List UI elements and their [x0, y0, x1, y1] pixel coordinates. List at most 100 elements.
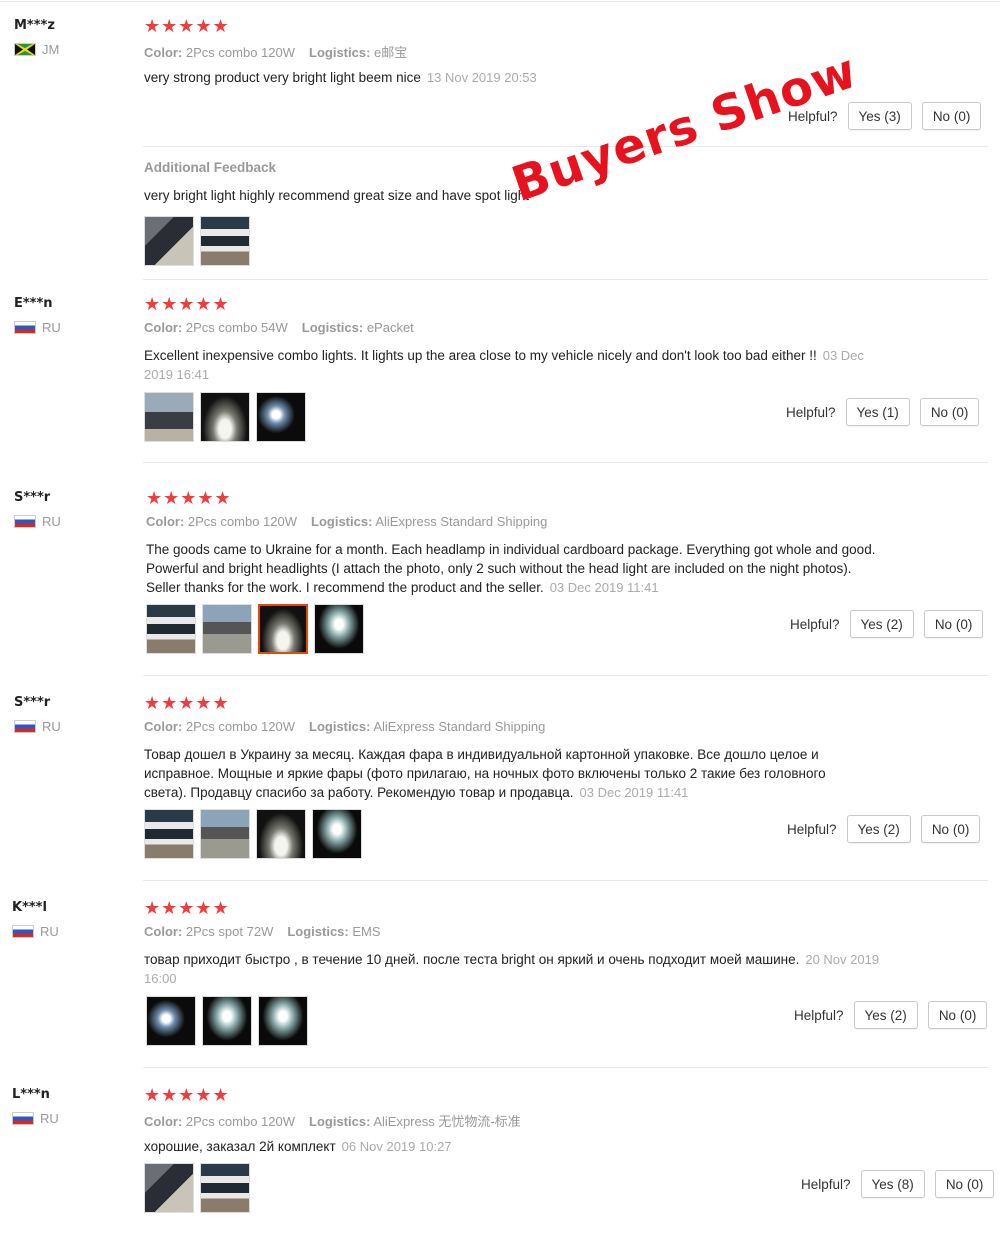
- reviewer-name: M***z: [14, 18, 55, 33]
- review-photo[interactable]: [144, 1163, 194, 1213]
- helpful-no-button[interactable]: No (0): [919, 398, 980, 426]
- helpful-no-button[interactable]: No (0): [927, 1001, 988, 1029]
- reviewer-country: RU: [12, 1111, 59, 1126]
- helpful-no-button[interactable]: No (0): [923, 610, 984, 638]
- helpful-yes-button[interactable]: Yes (8): [860, 1170, 925, 1198]
- review-item: L***n RU ★★★★★ Color: 2Pcs combo 120W Log…: [0, 1087, 1000, 1237]
- review-photo[interactable]: [146, 604, 196, 654]
- color-label: Color:: [144, 1114, 183, 1129]
- photo-gallery: [146, 604, 364, 654]
- color-label: Color:: [146, 514, 185, 529]
- review-photo[interactable]: [200, 392, 250, 442]
- helpful-controls: Helpful? Yes (2) No (0): [787, 815, 981, 843]
- ru-flag-icon: [14, 720, 36, 733]
- country-code: RU: [42, 719, 61, 734]
- helpful-controls: Helpful? Yes (8) No (0): [801, 1170, 995, 1198]
- color-value: 2Pcs combo 120W: [187, 514, 298, 529]
- helpful-yes-button[interactable]: Yes (2): [853, 1001, 918, 1029]
- country-code: RU: [42, 514, 61, 529]
- review-photo[interactable]: [312, 809, 362, 859]
- helpful-label: Helpful?: [787, 821, 837, 837]
- helpful-yes-button[interactable]: Yes (2): [849, 610, 914, 638]
- helpful-no-button[interactable]: No (0): [934, 1170, 995, 1198]
- review-meta: Color: 2Pcs combo 120W Logistics: AliExpr…: [146, 514, 547, 529]
- ru-flag-icon: [12, 1112, 34, 1125]
- review-text: Товар дошел в Украину за месяц. Каждая ф…: [144, 747, 826, 800]
- helpful-controls: Helpful? Yes (2) No (0): [794, 1001, 988, 1029]
- review-photo[interactable]: [314, 604, 364, 654]
- review-photo[interactable]: [202, 996, 252, 1046]
- jm-flag-icon: [14, 43, 36, 56]
- review-text-block: товар приходит быстро , в течение 10 дне…: [144, 950, 904, 988]
- logistics-label: Logistics:: [301, 320, 364, 335]
- logistics-label: Logistics:: [287, 924, 349, 939]
- review-text: товар приходит быстро , в течение 10 дне…: [144, 952, 800, 967]
- reviewer-name: S***r: [14, 490, 51, 505]
- reviewer-name: S***r: [14, 695, 51, 710]
- review-divider: [143, 880, 988, 881]
- photo-gallery: [144, 1163, 250, 1213]
- helpful-yes-button[interactable]: Yes (3): [847, 102, 912, 130]
- photo-gallery: [146, 996, 308, 1046]
- logistics-label: Logistics:: [309, 1114, 371, 1129]
- review-photo[interactable]: [256, 809, 306, 859]
- star-rating: ★★★★★: [144, 16, 230, 37]
- reviewer-name: E***n: [14, 296, 53, 311]
- color-label: Color:: [144, 924, 183, 939]
- helpful-label: Helpful?: [794, 1007, 844, 1023]
- review-text: хорошие, заказал 2й комплект: [144, 1139, 336, 1154]
- review-meta: Color: 2Pcs combo 120W Logistics: AliExpr…: [144, 1111, 521, 1130]
- logistics-label: Logistics:: [309, 719, 371, 734]
- country-code: RU: [40, 1111, 59, 1126]
- photo-gallery: [144, 216, 250, 266]
- review-photo[interactable]: [144, 392, 194, 442]
- color-value: 2Pcs combo 120W: [185, 1114, 296, 1129]
- review-photo[interactable]: [200, 809, 250, 859]
- ru-flag-icon: [14, 321, 36, 334]
- review-photo[interactable]: [200, 216, 250, 266]
- top-divider: [0, 1, 1000, 2]
- reviewer-name: K***l: [12, 900, 47, 915]
- star-rating: ★★★★★: [144, 1085, 230, 1106]
- additional-feedback-label: Additional Feedback: [144, 160, 277, 175]
- review-text-block: Товар дошел в Украину за месяц. Каждая ф…: [144, 745, 869, 802]
- reviewer-country: RU: [12, 924, 59, 939]
- logistics-value: e邮宝: [374, 45, 408, 60]
- review-photo[interactable]: [202, 604, 252, 654]
- color-value: 2Pcs combo 120W: [185, 719, 296, 734]
- review-meta: Color: 2Pcs spot 72W Logistics: EMS: [144, 924, 381, 939]
- helpful-no-button[interactable]: No (0): [920, 815, 981, 843]
- color-value: 2Pcs spot 72W: [185, 924, 274, 939]
- review-photo[interactable]: [256, 392, 306, 442]
- color-label: Color:: [144, 320, 183, 335]
- logistics-value: AliExpress Standard Shipping: [375, 514, 548, 529]
- review-photo[interactable]: [146, 996, 196, 1046]
- helpful-yes-button[interactable]: Yes (1): [845, 398, 910, 426]
- review-text-block: The goods came to Ukraine for a month. E…: [146, 540, 886, 597]
- review-text: very strong product very bright light be…: [144, 70, 421, 85]
- review-photo[interactable]: [144, 216, 194, 266]
- color-label: Color:: [144, 45, 183, 60]
- review-item: S***r RU ★★★★★ Color: 2Pcs combo 120W Log…: [0, 695, 1000, 875]
- review-meta: Color: 2Pcs combo 120W Logistics: e邮宝: [144, 42, 407, 61]
- helpful-no-button[interactable]: No (0): [921, 102, 982, 130]
- review-date: 13 Nov 2019 20:53: [426, 70, 537, 85]
- review-photo[interactable]: [144, 809, 194, 859]
- helpful-controls: Helpful? Yes (2) No (0): [790, 610, 984, 638]
- ru-flag-icon: [12, 925, 34, 938]
- review-divider: [143, 1067, 988, 1068]
- review-photo-selected[interactable]: [258, 604, 308, 654]
- additional-feedback-text: very bright light highly recommend great…: [144, 188, 529, 203]
- review-text-block: хорошие, заказал 2й комплект 06 Nov 2019 …: [144, 1137, 879, 1156]
- country-code: RU: [40, 924, 59, 939]
- review-date: 03 Dec 2019 11:41: [549, 580, 659, 595]
- helpful-yes-button[interactable]: Yes (2): [846, 815, 911, 843]
- helpful-label: Helpful?: [801, 1176, 851, 1192]
- logistics-value: AliExpress 无忧物流-标准: [373, 1114, 521, 1129]
- reviewer-country: RU: [14, 320, 61, 335]
- review-photo[interactable]: [258, 996, 308, 1046]
- review-photo[interactable]: [200, 1163, 250, 1213]
- star-rating: ★★★★★: [144, 693, 230, 714]
- helpful-label: Helpful?: [790, 616, 840, 632]
- logistics-label: Logistics:: [309, 45, 371, 60]
